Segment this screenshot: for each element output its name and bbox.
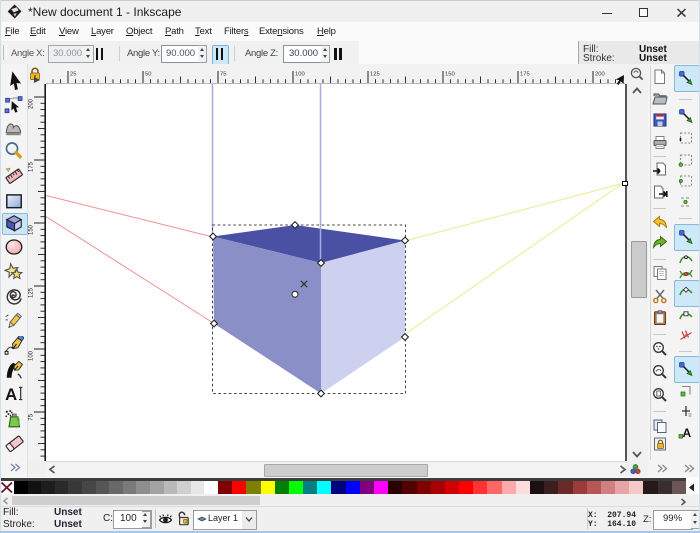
svg-text:200: 200 — [595, 72, 605, 78]
svg-text:75: 75 — [220, 72, 226, 78]
svg-text:A: A — [5, 385, 17, 404]
svg-text:175: 175 — [29, 161, 35, 172]
svg-text:A: A — [683, 426, 692, 440]
svg-text:75: 75 — [29, 413, 35, 420]
svg-text:25: 25 — [70, 72, 76, 78]
svg-text:150: 150 — [445, 72, 455, 78]
svg-text:125: 125 — [370, 72, 380, 78]
svg-text:175: 175 — [520, 72, 530, 78]
svg-text:125: 125 — [29, 287, 35, 298]
svg-text:100: 100 — [295, 72, 305, 78]
svg-text:100: 100 — [29, 350, 35, 361]
svg-text:200: 200 — [29, 98, 35, 109]
svg-text:150: 150 — [29, 224, 35, 235]
svg-text:50: 50 — [145, 72, 151, 78]
